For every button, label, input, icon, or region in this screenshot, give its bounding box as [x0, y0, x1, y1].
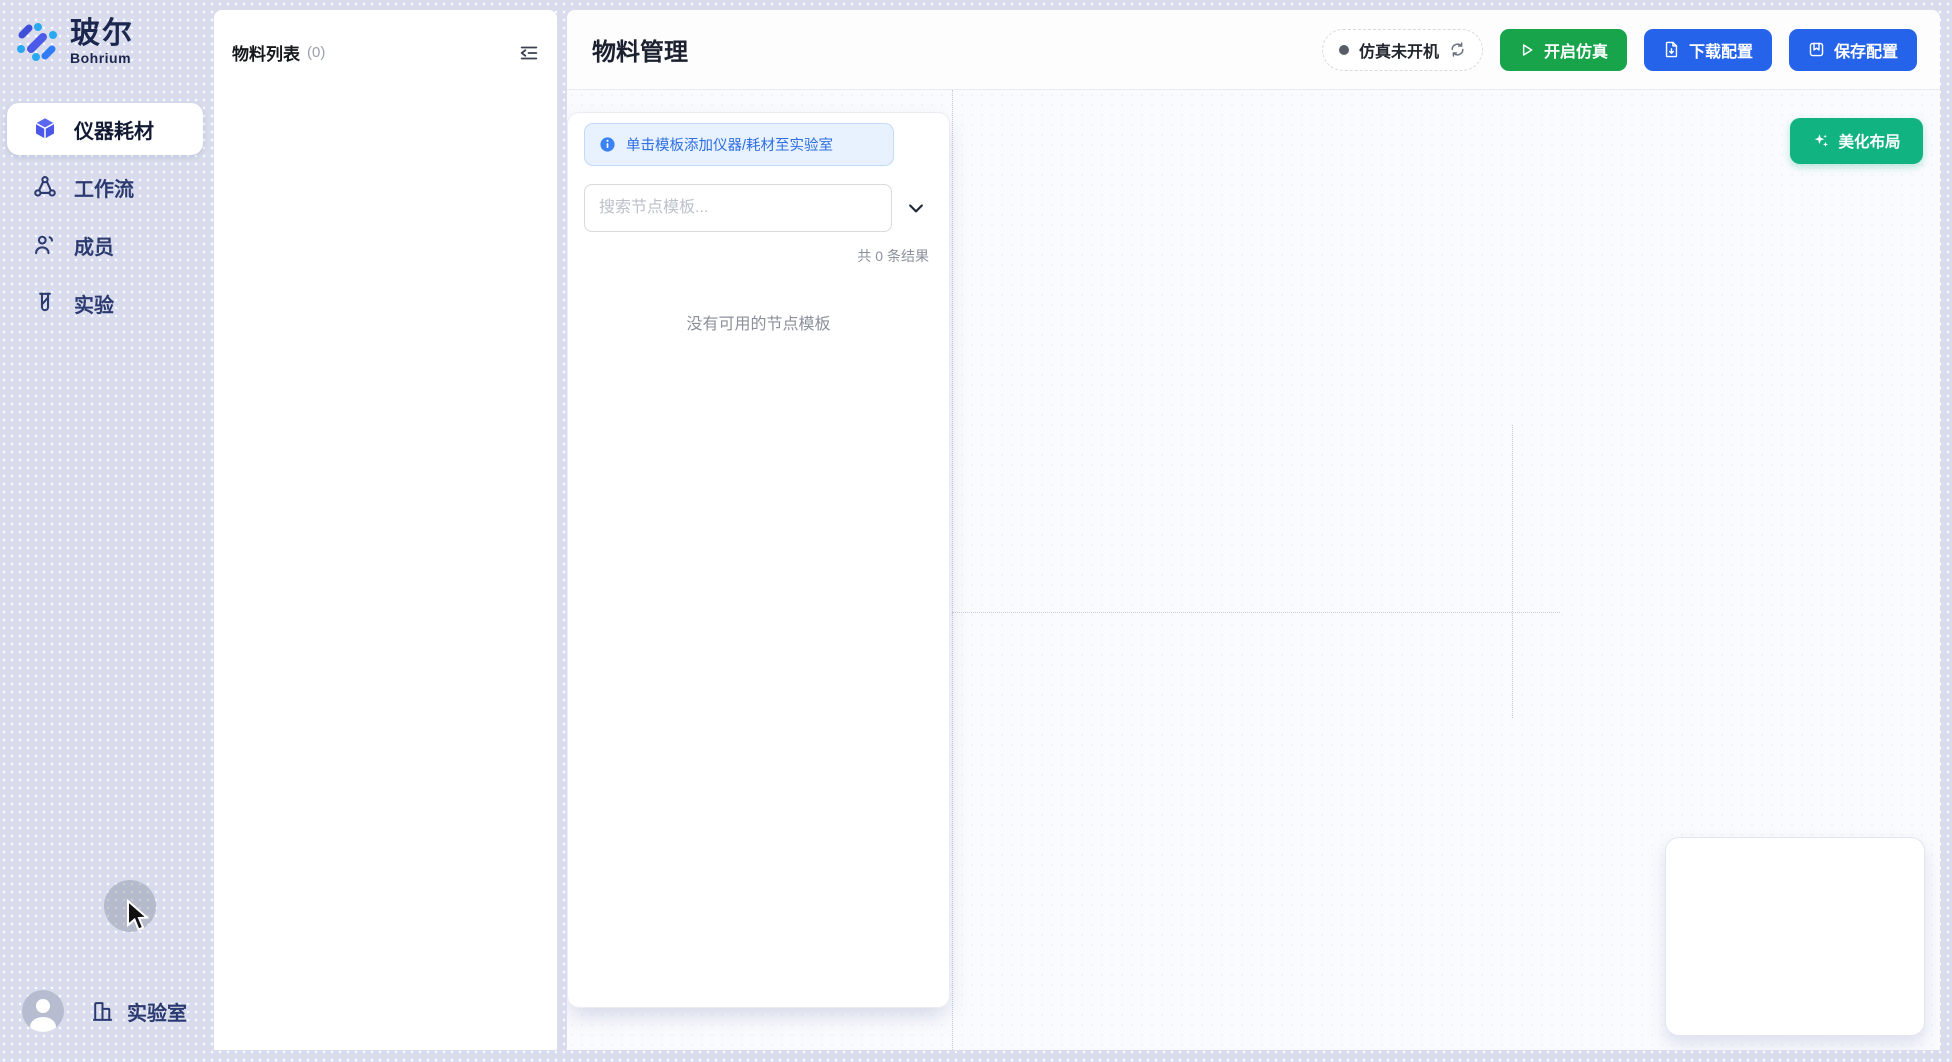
beautify-layout-button[interactable]: 美化布局	[1790, 118, 1923, 164]
page-title: 物料管理	[592, 32, 688, 67]
brand-name-zh: 玻尔	[70, 18, 134, 50]
bohrium-logo-icon	[14, 19, 60, 65]
status-dot-icon	[1339, 45, 1349, 55]
info-icon	[599, 136, 616, 153]
lab-label: 实验室	[127, 997, 187, 1026]
simulation-status-label: 仿真未开机	[1359, 38, 1439, 62]
tip-banner: 单击模板添加仪器/耗材至实验室	[584, 123, 894, 166]
sidebar-nav: 仪器耗材 工作流 成员	[7, 103, 203, 329]
save-config-button[interactable]: 保存配置	[1789, 29, 1917, 71]
sidebar-footer: 实验室	[0, 986, 214, 1040]
search-template-input[interactable]	[584, 184, 892, 232]
collapse-panel-icon[interactable]	[518, 42, 540, 64]
building-icon	[90, 999, 115, 1024]
sidebar-item-members[interactable]: 成员	[7, 219, 203, 271]
sidebar: 玻尔 Bohrium 仪器耗材	[0, 0, 214, 1062]
empty-state-text: 没有可用的节点模板	[584, 310, 933, 334]
template-panel: 单击模板添加仪器/耗材至实验室 共 0 条结果 没有可用的节点模板	[567, 112, 950, 1008]
sidebar-item-label: 实验	[74, 289, 114, 318]
flow-canvas[interactable]: 单击模板添加仪器/耗材至实验室 共 0 条结果 没有可用的节点模板	[567, 90, 1940, 1050]
experiment-icon	[32, 290, 58, 316]
sidebar-item-label: 成员	[74, 231, 114, 260]
sidebar-item-workflow[interactable]: 工作流	[7, 161, 203, 213]
simulation-status-pill[interactable]: 仿真未开机	[1322, 29, 1483, 71]
save-icon	[1808, 41, 1825, 58]
members-icon	[32, 232, 58, 258]
canvas-guide-line	[1512, 425, 1513, 718]
start-simulation-button[interactable]: 开启仿真	[1500, 29, 1627, 71]
brand-name-en: Bohrium	[70, 50, 134, 66]
lab-link[interactable]: 实验室	[90, 997, 187, 1026]
tip-text: 单击模板添加仪器/耗材至实验室	[626, 134, 833, 155]
sidebar-item-experiment[interactable]: 实验	[7, 277, 203, 329]
workflow-icon	[32, 174, 58, 200]
sidebar-item-instruments[interactable]: 仪器耗材	[7, 103, 203, 155]
file-download-icon	[1663, 41, 1680, 58]
canvas-guide-line	[952, 90, 953, 1050]
cube-icon	[32, 116, 58, 142]
main-area: 物料管理 仿真未开机	[567, 10, 1940, 1050]
brand-logo: 玻尔 Bohrium	[14, 18, 134, 66]
sidebar-item-label: 工作流	[74, 173, 134, 202]
download-config-button[interactable]: 下载配置	[1644, 29, 1772, 71]
sparkles-icon	[1812, 132, 1830, 150]
materials-list-count: (0)	[307, 44, 325, 61]
canvas-minimap[interactable]	[1665, 837, 1925, 1036]
materials-list-title: 物料列表	[232, 40, 300, 65]
canvas-guide-line	[952, 612, 1560, 613]
user-avatar[interactable]	[22, 990, 64, 1032]
materials-list-panel: 物料列表 (0)	[214, 10, 557, 1050]
sidebar-item-label: 仪器耗材	[74, 115, 154, 144]
chevron-down-icon[interactable]	[906, 198, 926, 218]
refresh-icon[interactable]	[1449, 41, 1466, 58]
result-count: 共 0 条结果	[584, 246, 933, 266]
play-icon	[1519, 42, 1535, 58]
mouse-cursor	[125, 899, 151, 933]
main-header: 物料管理 仿真未开机	[567, 10, 1940, 90]
